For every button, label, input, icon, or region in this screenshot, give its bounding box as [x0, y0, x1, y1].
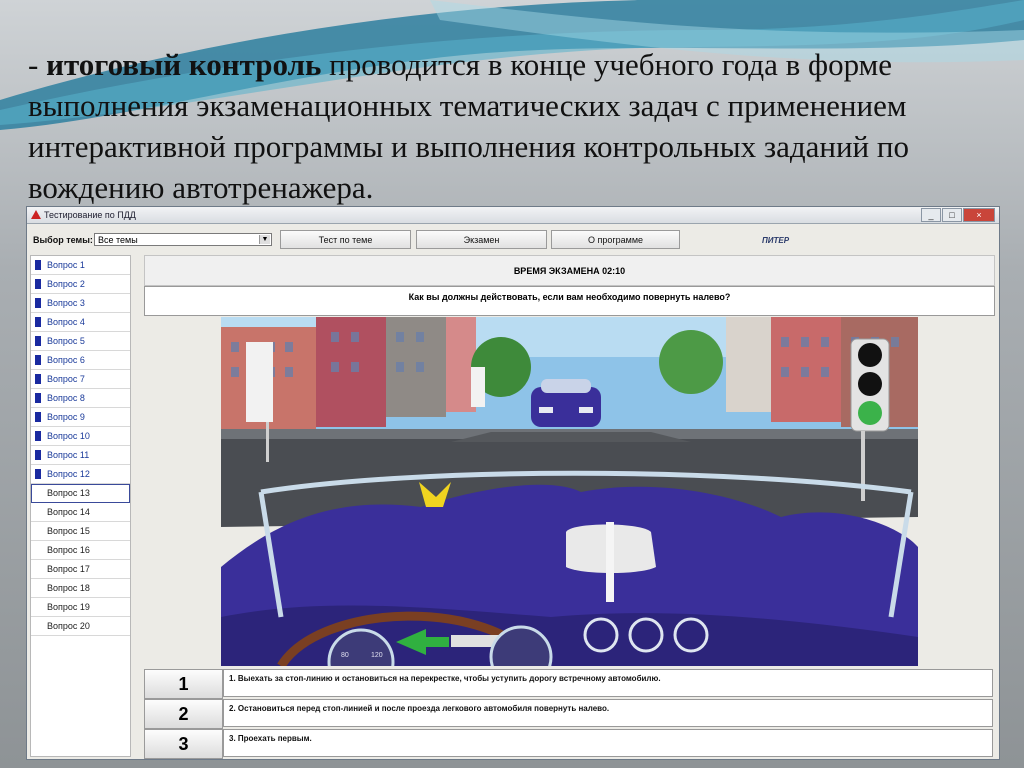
gauge-label: 80: [341, 652, 349, 659]
chevron-down-icon[interactable]: ▼: [259, 235, 270, 244]
question-item[interactable]: Вопрос 12: [31, 465, 130, 484]
answered-marker-icon: [35, 317, 41, 327]
question-item[interactable]: Вопрос 1: [31, 256, 130, 275]
question-item-label: Вопрос 20: [47, 621, 90, 631]
close-button[interactable]: ×: [963, 208, 995, 222]
answer-text[interactable]: 3. Проехать первым.: [223, 729, 993, 757]
answered-marker-icon: [35, 393, 41, 403]
brand-logo: ПИТЕР: [762, 236, 790, 245]
dash: -: [28, 47, 47, 82]
maximize-button[interactable]: □: [942, 208, 962, 222]
warning-triangle-icon: [31, 210, 41, 219]
exam-button[interactable]: Экзамен: [416, 230, 547, 249]
window-title: Тестирование по ПДД: [44, 210, 136, 220]
question-item-selected[interactable]: Вопрос 13: [31, 484, 130, 503]
topic-select[interactable]: Все темы ▼: [94, 233, 272, 246]
question-item-label: Вопрос 19: [47, 602, 90, 612]
question-item-label: Вопрос 14: [47, 507, 90, 517]
driving-scene-image: 80 120: [221, 317, 918, 666]
slide-bold-term: итоговый контроль: [46, 47, 322, 82]
question-item-label: Вопрос 12: [47, 469, 90, 479]
question-item-label: Вопрос 7: [47, 374, 85, 384]
answer-number-button[interactable]: 3: [144, 729, 223, 759]
question-item-label: Вопрос 11: [47, 450, 90, 460]
exam-panel: ВРЕМЯ ЭКЗАМЕНА 02:10 Как вы должны дейст…: [144, 255, 995, 759]
question-item[interactable]: Вопрос 6: [31, 351, 130, 370]
question-item-label: Вопрос 15: [47, 526, 90, 536]
app-window: Тестирование по ПДД _ □ × Выбор темы: Вс…: [26, 206, 1000, 760]
question-item-label: Вопрос 8: [47, 393, 85, 403]
question-item[interactable]: Вопрос 17: [31, 560, 130, 579]
exam-timer: ВРЕМЯ ЭКЗАМЕНА 02:10: [144, 255, 995, 286]
answer-text[interactable]: 1. Выехать за стоп-линию и остановиться …: [223, 669, 993, 697]
question-item-label: Вопрос 13: [47, 488, 90, 498]
answer-text[interactable]: 2. Остановиться перед стоп-линией и посл…: [223, 699, 993, 727]
answer-option[interactable]: 3 3. Проехать первым.: [144, 729, 995, 759]
answer-number-button[interactable]: 2: [144, 699, 223, 729]
answered-marker-icon: [35, 469, 41, 479]
question-item[interactable]: Вопрос 10: [31, 427, 130, 446]
answer-number-button[interactable]: 1: [144, 669, 223, 699]
question-item[interactable]: Вопрос 20: [31, 617, 130, 636]
gauge-label: 120: [371, 652, 383, 659]
question-item[interactable]: Вопрос 4: [31, 313, 130, 332]
answered-marker-icon: [35, 336, 41, 346]
answered-marker-icon: [35, 450, 41, 460]
topic-test-button[interactable]: Тест по теме: [280, 230, 411, 249]
slide-text: - итоговый контроль проводится в конце у…: [28, 44, 1003, 208]
question-item[interactable]: Вопрос 11: [31, 446, 130, 465]
answered-marker-icon: [35, 412, 41, 422]
answered-marker-icon: [35, 374, 41, 384]
title-bar: Тестирование по ПДД _ □ ×: [27, 207, 999, 224]
answered-marker-icon: [35, 279, 41, 289]
question-item[interactable]: Вопрос 8: [31, 389, 130, 408]
question-item-label: Вопрос 2: [47, 279, 85, 289]
question-item[interactable]: Вопрос 19: [31, 598, 130, 617]
question-item[interactable]: Вопрос 3: [31, 294, 130, 313]
question-item-label: Вопрос 9: [47, 412, 85, 422]
question-item-label: Вопрос 10: [47, 431, 90, 441]
topic-select-value: Все темы: [98, 235, 138, 245]
question-item-label: Вопрос 1: [47, 260, 85, 270]
question-item-label: Вопрос 16: [47, 545, 90, 555]
question-item-label: Вопрос 17: [47, 564, 90, 574]
question-item[interactable]: Вопрос 9: [31, 408, 130, 427]
topic-label: Выбор темы:: [33, 235, 93, 245]
about-button[interactable]: О программе: [551, 230, 680, 249]
question-item-label: Вопрос 18: [47, 583, 90, 593]
question-item[interactable]: Вопрос 18: [31, 579, 130, 598]
question-item[interactable]: Вопрос 16: [31, 541, 130, 560]
answered-marker-icon: [35, 431, 41, 441]
question-item-label: Вопрос 6: [47, 355, 85, 365]
question-text: Как вы должны действовать, если вам необ…: [144, 286, 995, 316]
question-item-label: Вопрос 5: [47, 336, 85, 346]
answered-marker-icon: [35, 260, 41, 270]
question-item[interactable]: Вопрос 14: [31, 503, 130, 522]
question-item[interactable]: Вопрос 2: [31, 275, 130, 294]
answered-marker-icon: [35, 355, 41, 365]
question-item-label: Вопрос 3: [47, 298, 85, 308]
question-item[interactable]: Вопрос 7: [31, 370, 130, 389]
toolbar: Выбор темы: Все темы ▼ Тест по теме Экза…: [27, 224, 999, 254]
minimize-button[interactable]: _: [921, 208, 941, 222]
question-item[interactable]: Вопрос 15: [31, 522, 130, 541]
question-list: Вопрос 1 Вопрос 2 Вопрос 3 Вопрос 4 Вопр…: [30, 255, 131, 757]
question-item[interactable]: Вопрос 5: [31, 332, 130, 351]
question-item-label: Вопрос 4: [47, 317, 85, 327]
answered-marker-icon: [35, 298, 41, 308]
answer-option[interactable]: 1 1. Выехать за стоп-линию и остановитьс…: [144, 669, 995, 699]
answer-option[interactable]: 2 2. Остановиться перед стоп-линией и по…: [144, 699, 995, 729]
